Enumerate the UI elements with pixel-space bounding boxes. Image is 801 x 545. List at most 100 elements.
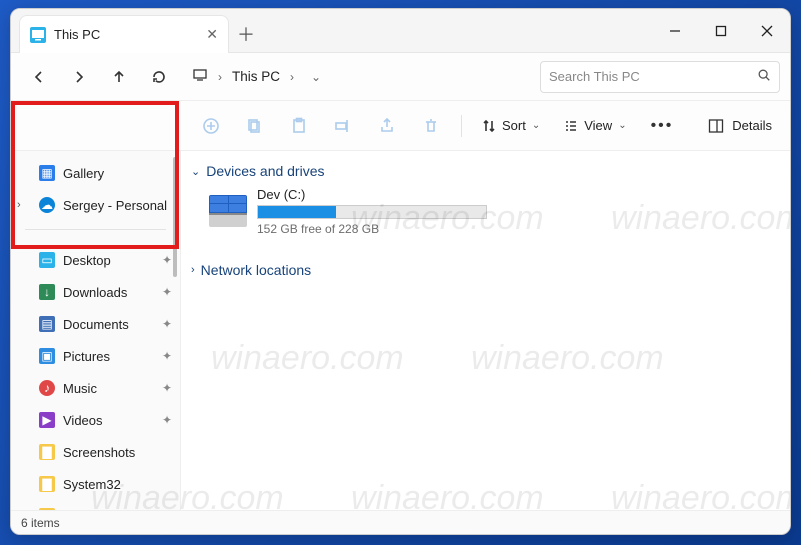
content-area[interactable]: ⌄ Devices and drives Dev (C:) 152 GB fre… — [181, 151, 790, 510]
sidebar-item-label: Pictures — [63, 349, 110, 364]
sort-label: Sort — [502, 118, 526, 133]
maximize-button[interactable] — [698, 9, 744, 52]
view-icon — [564, 119, 578, 133]
sidebar-item-label: Desktop — [63, 253, 111, 268]
downloads-icon: ↓ — [39, 284, 55, 300]
drive-item-c[interactable]: Dev (C:) 152 GB free of 228 GB — [191, 185, 780, 242]
titlebar: This PC ✕ ＋ — [11, 9, 790, 53]
address-dropdown-icon[interactable]: ⌄ — [311, 70, 321, 84]
status-bar: 6 items — [11, 510, 790, 534]
sidebar-item-system32[interactable]: ▇ System32 — [11, 468, 180, 500]
view-label: View — [584, 118, 612, 133]
body: ▦ Gallery › ☁ Sergey - Personal ▭ Desktop… — [11, 151, 790, 510]
command-bar: Sort ⌄ View ⌄ ••• Details — [11, 101, 790, 151]
details-pane-button[interactable]: Details — [696, 118, 784, 134]
delete-button[interactable] — [411, 108, 451, 144]
up-button[interactable] — [101, 59, 137, 95]
window-controls — [652, 9, 790, 52]
chevron-down-icon: ⌄ — [191, 165, 200, 178]
sidebar-item-desktop[interactable]: ▭ Desktop ✦ — [11, 244, 180, 276]
address-bar[interactable]: › This PC › — [181, 60, 305, 94]
sidebar-item-downloads[interactable]: ↓Downloads✦ — [11, 276, 180, 308]
back-button[interactable] — [21, 59, 57, 95]
copy-button[interactable] — [235, 108, 275, 144]
desktop-icon: ▭ — [39, 252, 55, 268]
ellipsis-icon: ••• — [651, 117, 674, 135]
sidebar-item-label: Gallery — [63, 166, 104, 181]
sidebar-item-label: Documents — [63, 317, 129, 332]
view-button[interactable]: View ⌄ — [554, 108, 636, 144]
group-title: Network locations — [201, 262, 312, 278]
folder-icon: ▇ — [39, 444, 55, 460]
tab-close-icon[interactable]: ✕ — [206, 26, 218, 43]
drive-name: Dev (C:) — [257, 187, 487, 202]
chevron-down-icon: ⌄ — [618, 120, 626, 131]
chevron-right-icon: › — [218, 70, 222, 84]
breadcrumb-location[interactable]: This PC — [232, 69, 280, 84]
sort-button[interactable]: Sort ⌄ — [472, 108, 550, 144]
share-button[interactable] — [367, 108, 407, 144]
sidebar-item-videos[interactable]: ▶ Videos ✦ — [11, 404, 180, 436]
drive-free-text: 152 GB free of 228 GB — [257, 222, 487, 236]
chevron-right-icon: › — [191, 264, 195, 276]
pin-icon: ✦ — [162, 317, 172, 331]
details-icon — [708, 118, 724, 134]
tab-this-pc[interactable]: This PC ✕ — [19, 15, 229, 53]
close-button[interactable] — [744, 9, 790, 52]
pin-icon: ✦ — [162, 253, 172, 267]
chevron-right-icon[interactable]: › — [17, 199, 21, 211]
sidebar-item-label: Sergey - Personal — [63, 198, 167, 213]
sidebar-item-label: copilot icons — [63, 509, 135, 511]
forward-button[interactable] — [61, 59, 97, 95]
sidebar-item-label: System32 — [63, 477, 121, 492]
sidebar-item-copilot-icons[interactable]: ▇ copilot icons — [11, 500, 180, 510]
new-button[interactable] — [191, 108, 231, 144]
videos-icon: ▶ — [39, 412, 55, 428]
tab-label: This PC — [54, 27, 100, 42]
gallery-icon: ▦ — [39, 165, 55, 181]
status-text: 6 items — [21, 516, 60, 530]
sidebar-item-label: Music — [63, 381, 97, 396]
navigation-bar: › This PC › ⌄ Search This PC — [11, 53, 790, 101]
pin-icon: ✦ — [162, 349, 172, 363]
new-tab-button[interactable]: ＋ — [229, 15, 263, 52]
pin-icon: ✦ — [162, 381, 172, 395]
this-pc-icon — [30, 27, 46, 43]
drive-icon — [209, 195, 247, 229]
sidebar-item-label: Videos — [63, 413, 103, 428]
rename-button[interactable] — [323, 108, 363, 144]
pin-icon: ✦ — [162, 413, 172, 427]
music-icon: ♪ — [39, 380, 55, 396]
group-network-locations[interactable]: › Network locations — [191, 256, 780, 284]
more-button[interactable]: ••• — [641, 108, 684, 144]
search-input[interactable]: Search This PC — [540, 61, 780, 93]
search-placeholder: Search This PC — [549, 69, 640, 84]
sidebar-item-gallery[interactable]: ▦ Gallery — [11, 157, 180, 189]
group-title: Devices and drives — [206, 163, 324, 179]
sidebar-item-screenshots[interactable]: ▇Screenshots — [11, 436, 180, 468]
divider — [25, 229, 166, 230]
sidebar-item-music[interactable]: ♪ Music ✦ — [11, 372, 180, 404]
folder-icon: ▇ — [39, 508, 55, 510]
sidebar-item-label: Downloads — [63, 285, 127, 300]
separator — [461, 115, 462, 137]
minimize-button[interactable] — [652, 9, 698, 52]
monitor-icon — [192, 67, 208, 86]
onedrive-icon: ☁ — [39, 197, 55, 213]
chevron-right-icon: › — [290, 70, 294, 84]
drive-capacity-bar — [257, 205, 487, 219]
drive-used-fill — [258, 206, 336, 218]
refresh-button[interactable] — [141, 59, 177, 95]
search-icon — [757, 68, 771, 85]
paste-button[interactable] — [279, 108, 319, 144]
group-devices-and-drives[interactable]: ⌄ Devices and drives — [191, 157, 780, 185]
sidebar-item-documents[interactable]: ▤ Documents ✦ — [11, 308, 180, 340]
scrollbar-thumb[interactable] — [173, 157, 177, 277]
folder-icon: ▇ — [39, 476, 55, 492]
pictures-icon: ▣ — [39, 348, 55, 364]
file-explorer-window: This PC ✕ ＋ › This PC › ⌄ Search This PC — [10, 8, 791, 535]
documents-icon: ▤ — [39, 316, 55, 332]
sidebar-item-pictures[interactable]: ▣ Pictures ✦ — [11, 340, 180, 372]
navigation-pane[interactable]: ▦ Gallery › ☁ Sergey - Personal ▭ Desktop… — [11, 151, 181, 510]
sidebar-item-onedrive[interactable]: › ☁ Sergey - Personal — [11, 189, 180, 221]
